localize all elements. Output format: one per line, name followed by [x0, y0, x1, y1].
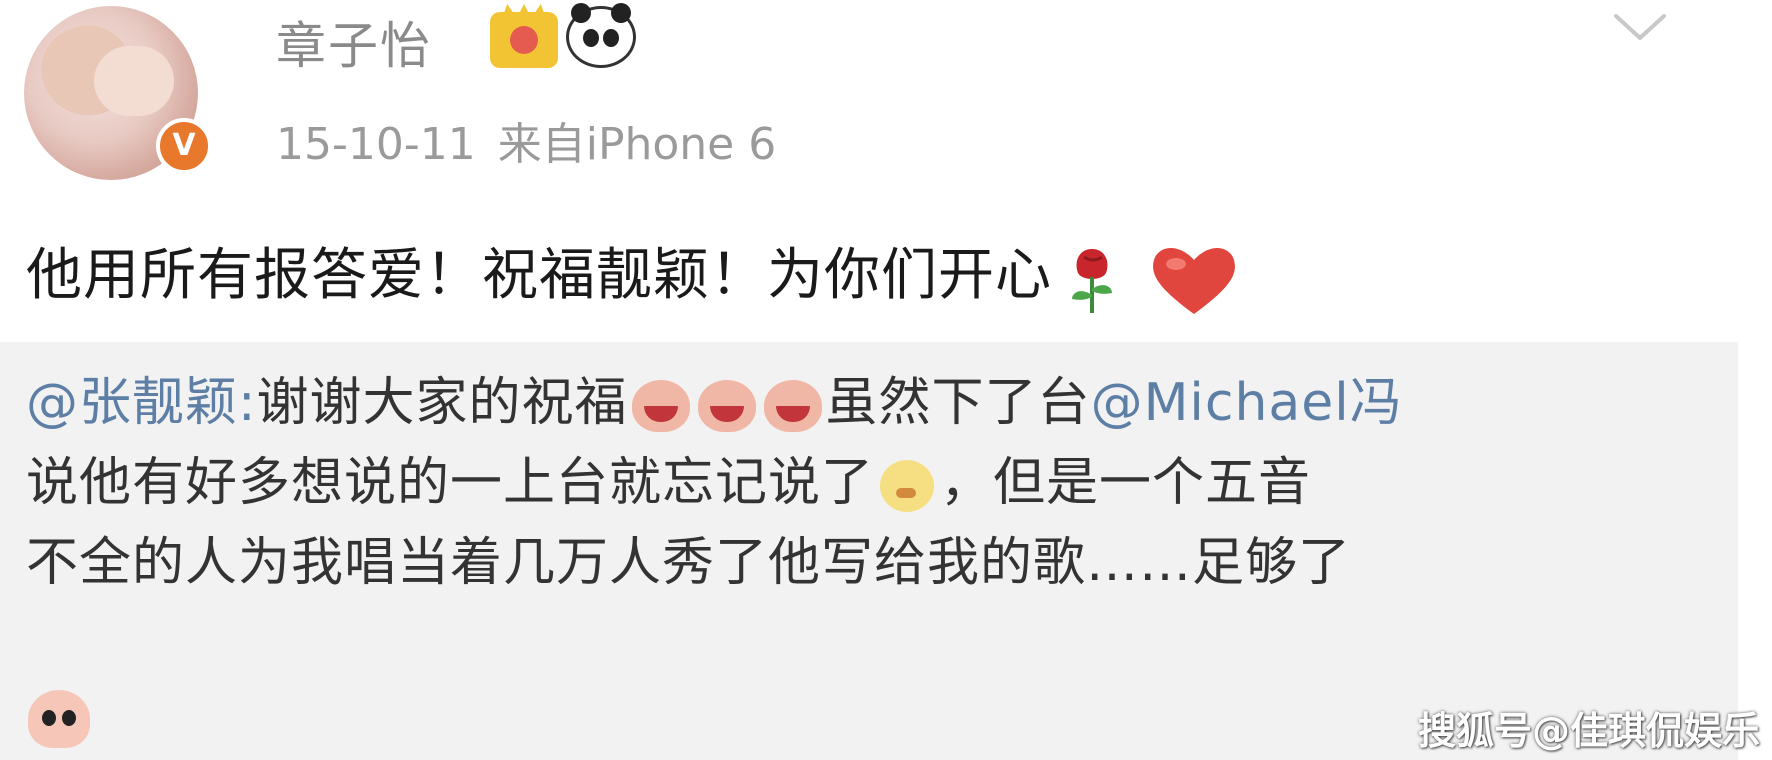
avatar[interactable]: V — [24, 6, 214, 196]
verified-badge-icon: V — [156, 118, 212, 174]
repost-text: 说他有好多想说的一上台就忘记说了 — [26, 453, 875, 513]
heart-icon — [1153, 247, 1235, 314]
laugh-emoji-icon — [763, 380, 822, 432]
post-text-content: 他用所有报答爱！祝福靓颖！为你们开心 — [26, 243, 1052, 308]
rose-icon — [1072, 248, 1112, 313]
post-meta: 15-10-11 来自iPhone 6 — [276, 108, 776, 172]
repost-line-2: 说他有好多想说的一上台就忘记说了 ，但是一个五音 — [26, 440, 1311, 515]
repost-line-3: 不全的人为我唱当着几万人秀了他写给我的歌……足够了 — [26, 533, 1352, 593]
mention-link[interactable]: @Michael冯 — [1091, 373, 1403, 433]
vip-crown-icon — [490, 12, 558, 68]
repost-text: 谢谢大家的祝福 — [256, 373, 628, 433]
username[interactable]: 章子怡 — [276, 6, 432, 78]
mention-link[interactable]: @张靓颖: — [26, 373, 257, 433]
laugh-emoji-icon — [697, 380, 756, 432]
laugh-emoji-icon — [631, 380, 690, 432]
shy-emoji-icon — [880, 460, 935, 512]
chevron-down-icon[interactable] — [1610, 8, 1670, 48]
repost-text: ，但是一个五音 — [940, 453, 1312, 513]
cute-emoji-icon — [28, 690, 90, 748]
post-date: 15-10-11 — [276, 119, 476, 170]
panda-badge-icon — [566, 3, 636, 68]
post-source: 来自iPhone 6 — [497, 119, 777, 170]
weibo-post: V 章子怡 15-10-11 来自iPhone 6 他用所有报答爱！祝福靓颖！为你… — [0, 0, 1772, 760]
repost-block[interactable]: @张靓颖:谢谢大家的祝福 虽然下了台@Michael冯 说他有好多想说的一上台就忘… — [0, 342, 1738, 760]
repost-text: 虽然下了台 — [825, 373, 1091, 433]
repost-line-1: @张靓颖:谢谢大家的祝福 虽然下了台@Michael冯 — [26, 360, 1403, 435]
watermark: 搜狐号@佳琪侃娱乐 — [1418, 709, 1761, 753]
post-text: 他用所有报答爱！祝福靓颖！为你们开心 — [26, 230, 1240, 316]
